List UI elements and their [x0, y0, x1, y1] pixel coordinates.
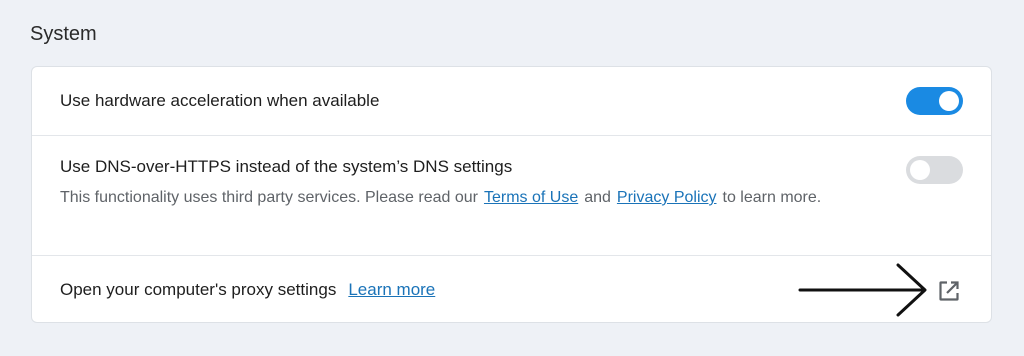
proxy-settings-label: Open your computer's proxy settings Learn…	[60, 280, 435, 300]
arrow-right-icon	[798, 263, 927, 317]
description-and-text: and	[584, 189, 611, 206]
section-title: System	[30, 23, 97, 45]
hardware-acceleration-row: Use hardware acceleration when available	[32, 67, 991, 135]
dns-over-https-label: Use DNS-over-HTTPS instead of the system…	[60, 157, 513, 176]
dns-over-https-description: This functionality uses third party serv…	[60, 184, 860, 212]
toggle-knob	[910, 160, 930, 180]
learn-more-link[interactable]: Learn more	[348, 280, 435, 299]
terms-of-use-link[interactable]: Terms of Use	[484, 189, 578, 206]
hardware-acceleration-label: Use hardware acceleration when available	[60, 91, 380, 110]
privacy-policy-link[interactable]: Privacy Policy	[617, 189, 717, 206]
hardware-acceleration-toggle[interactable]	[906, 87, 963, 115]
open-in-new-icon[interactable]	[937, 279, 961, 303]
description-tail-text: to learn more.	[722, 189, 822, 206]
description-text: This functionality uses third party serv…	[60, 189, 478, 206]
proxy-settings-text: Open your computer's proxy settings	[60, 280, 337, 299]
toggle-knob	[939, 91, 959, 111]
dns-over-https-row: Use DNS-over-HTTPS instead of the system…	[32, 136, 991, 255]
dns-over-https-toggle[interactable]	[906, 156, 963, 184]
